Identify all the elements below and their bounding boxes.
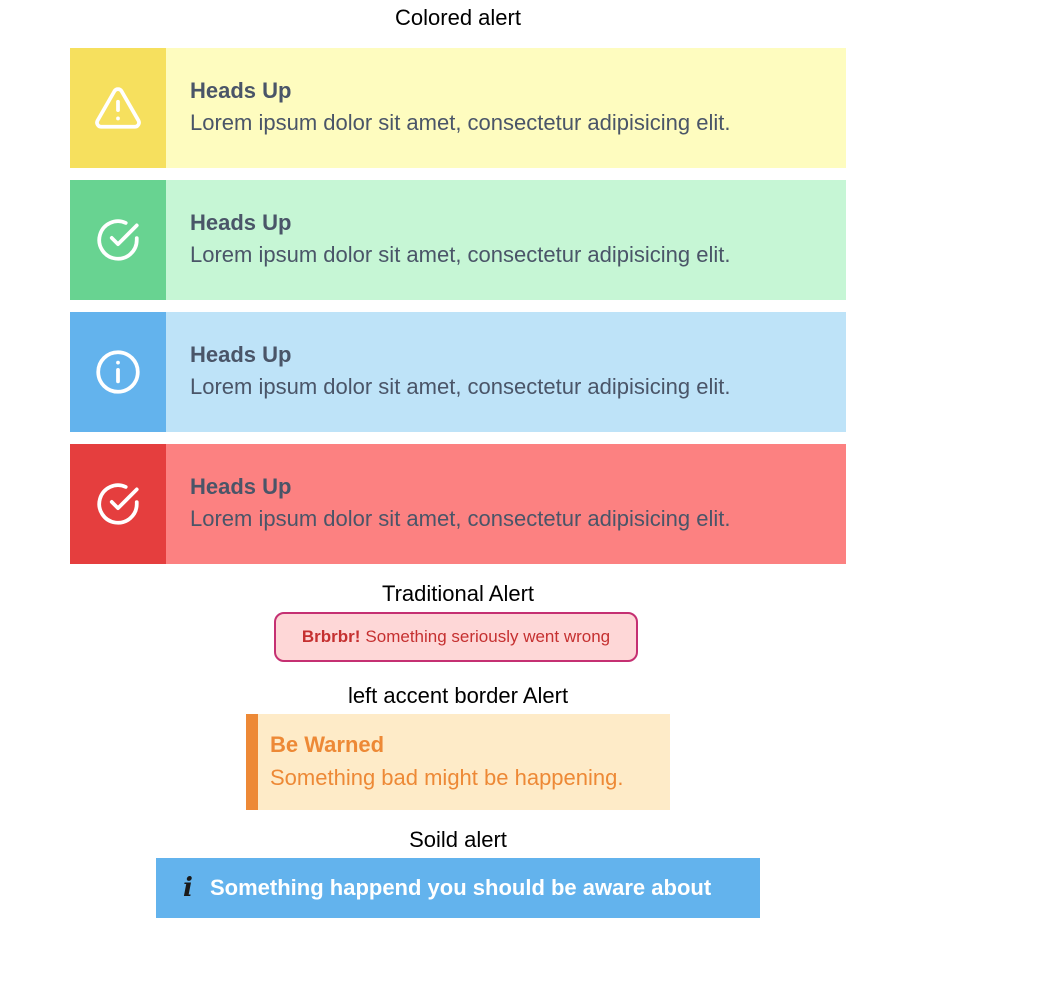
- alert-heading: Heads Up: [190, 78, 292, 103]
- alert-body: Lorem ipsum dolor sit amet, consectetur …: [190, 110, 731, 135]
- solid-alert-title: Soild alert: [409, 827, 507, 852]
- info-alert: Heads Up Lorem ipsum dolor sit amet, con…: [70, 312, 846, 432]
- info-icon: i: [183, 873, 193, 903]
- warning-alert: Heads Up Lorem ipsum dolor sit amet, con…: [70, 48, 846, 168]
- traditional-alert-title: Traditional Alert: [381, 581, 535, 606]
- alert-body: Lorem ipsum dolor sit amet, consectetur …: [190, 242, 731, 267]
- info-circle-icon: [70, 312, 166, 432]
- alert-body: Lorem ipsum dolor sit amet, consectetur …: [190, 374, 731, 399]
- alert-heading: Heads Up: [190, 474, 292, 499]
- check-circle-icon: [70, 444, 166, 564]
- success-alert: Heads Up Lorem ipsum dolor sit amet, con…: [70, 180, 846, 300]
- alert-message: Something seriously went wrong: [365, 627, 611, 646]
- alert-strong-text: Brbrbr!: [301, 627, 361, 646]
- alert-heading: Heads Up: [190, 210, 292, 235]
- alert-heading: Heads Up: [190, 342, 292, 367]
- check-circle-icon: [70, 180, 166, 300]
- alert-message: Something happend you should be aware ab…: [210, 875, 712, 900]
- solid-alert: i Something happend you should be aware …: [156, 858, 760, 918]
- accent-alert-title: left accent border Alert: [347, 683, 569, 708]
- traditional-alert: Brbrbr! Something seriously went wrong: [274, 612, 638, 662]
- error-alert: Heads Up Lorem ipsum dolor sit amet, con…: [70, 444, 846, 564]
- alert-heading: Be Warned: [270, 732, 385, 757]
- accent-border-alert: Be Warned Something bad might be happeni…: [246, 714, 670, 810]
- alert-body: Something bad might be happening.: [270, 765, 624, 790]
- alert-body: Lorem ipsum dolor sit amet, consectetur …: [190, 506, 731, 531]
- warning-triangle-icon: [70, 48, 166, 168]
- colored-alert-title: Colored alert: [395, 5, 521, 30]
